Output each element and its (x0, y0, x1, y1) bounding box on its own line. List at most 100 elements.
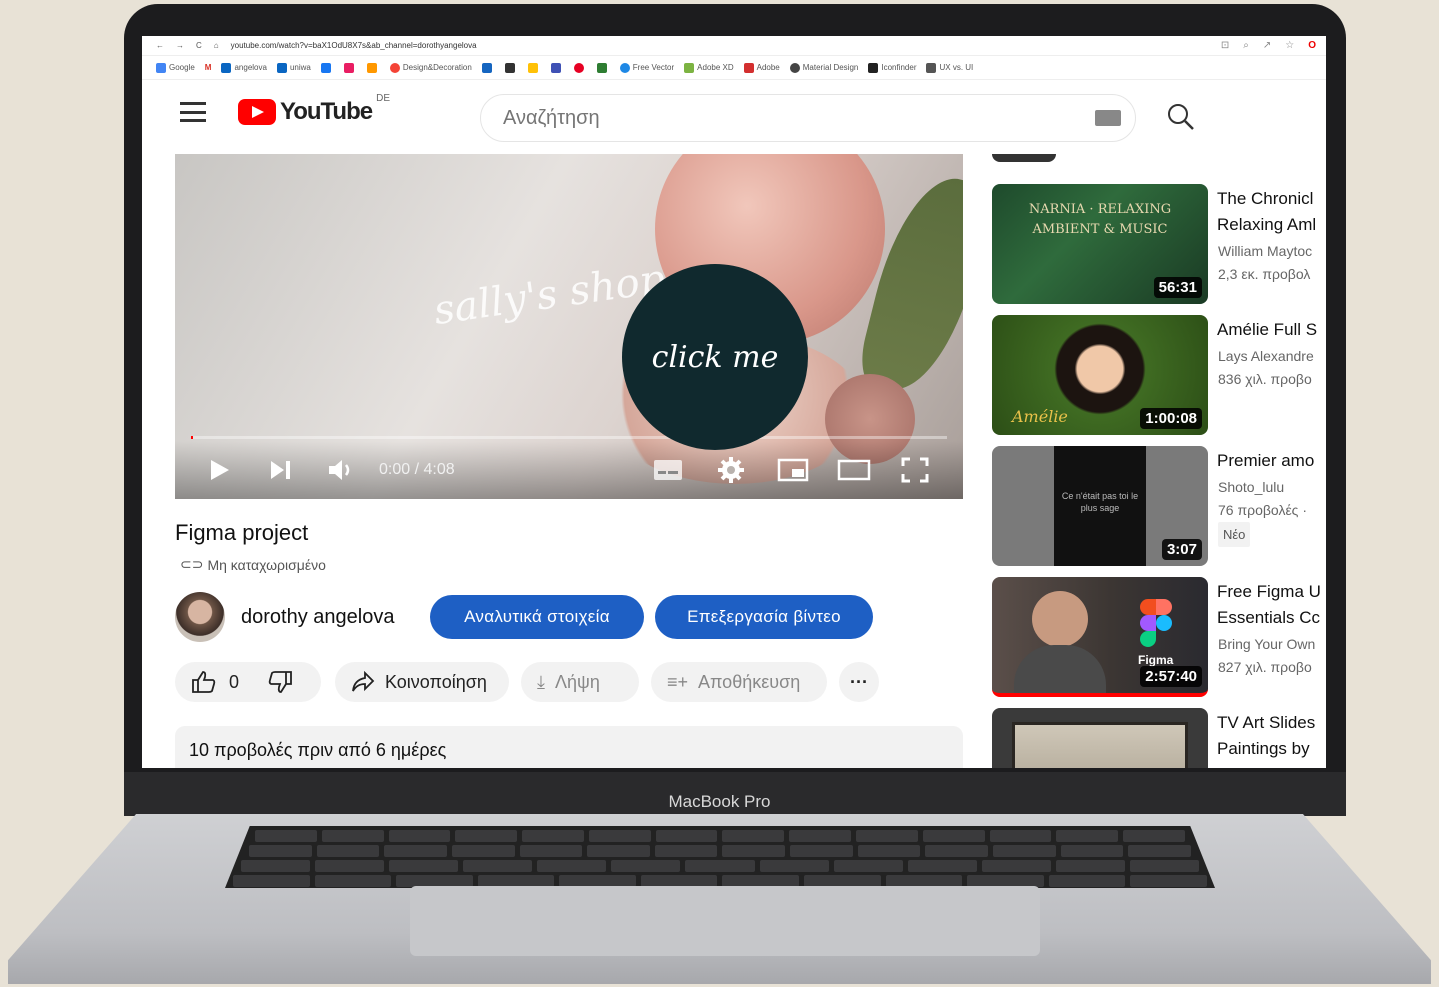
save-label: Αποθήκευση (698, 671, 801, 692)
recommendation-channel[interactable]: Bring Your Own (1218, 633, 1315, 656)
device-label: MacBook Pro (668, 792, 771, 811)
video-thumbnail[interactable]: Amélie 1:00:08 (992, 315, 1208, 435)
like-button[interactable]: 0 (191, 670, 239, 694)
details-button[interactable]: Αναλυτικά στοιχεία (430, 595, 644, 639)
recommendation-title: Premier amo (1217, 451, 1315, 470)
time-display: 0:00 / 4:08 (379, 461, 455, 478)
opera-icon[interactable]: O (1308, 40, 1316, 51)
share-icon[interactable]: ↗ (1263, 40, 1271, 51)
recommendation-item[interactable]: TV Art Slides Paintings by (992, 708, 1326, 768)
recommendation-meta: William Maytoc 2,3 εκ. προβολ (1218, 240, 1312, 286)
bookmark-item[interactable]: Adobe XD (684, 62, 734, 73)
recommendation-title: Amélie Full S (1217, 320, 1318, 339)
install-icon[interactable]: ⊡ (1221, 40, 1229, 51)
video-player[interactable]: sally's shop 0:00 / 4:08 (175, 154, 963, 499)
search-icon[interactable] (1166, 102, 1196, 132)
recommendation-channel[interactable]: Shoto_lulu (1218, 476, 1307, 499)
zoom-icon[interactable]: ⌕ (1243, 40, 1249, 51)
recommendation-meta: Lays Alexandre 836 χιλ. προβο (1218, 345, 1314, 391)
miniplayer-icon[interactable] (777, 458, 809, 482)
description-box[interactable]: 10 προβολές πριν από 6 ημέρες (175, 726, 963, 768)
bookmark-item[interactable]: Iconfinder (868, 62, 916, 73)
video-thumbnail[interactable]: Ce n'était pas toi le plus sage 3:07 (992, 446, 1208, 566)
keyboard-icon[interactable] (1095, 110, 1121, 126)
region-code: DE (376, 92, 390, 104)
edit-video-button[interactable]: Επεξεργασία βίντεο (655, 595, 873, 639)
bookmark-item[interactable]: Design&Decoration (389, 62, 472, 73)
video-thumbnail[interactable]: Figma 2:57:40 (992, 577, 1208, 697)
progress-bar[interactable] (191, 436, 947, 439)
video-duration: 2:57:40 (1140, 666, 1202, 687)
bookmark-icon[interactable] (596, 62, 610, 73)
bookmark-item[interactable]: UX vs. UI (926, 62, 973, 73)
bookmark-item[interactable]: Google (156, 62, 195, 73)
subtitles-icon[interactable] (653, 459, 683, 481)
recommendation-item[interactable]: Ce n'était pas toi le plus sage 3:07 Pre… (992, 446, 1326, 566)
theater-mode-icon[interactable] (837, 459, 871, 481)
avatar[interactable] (175, 592, 225, 642)
bookmark-item[interactable]: Adobe (743, 62, 780, 73)
recommendation-channel[interactable]: William Maytoc (1218, 240, 1312, 263)
home-icon[interactable]: ⌂ (214, 41, 219, 50)
recommendation-channel[interactable]: Lays Alexandre (1218, 345, 1314, 368)
youtube-header: YouTube DE (142, 80, 1326, 152)
visibility-text: Μη καταχωρισμένο (207, 556, 326, 573)
bookmark-item[interactable]: uniwa (276, 62, 311, 73)
recommendation-views: 76 προβολές · (1218, 502, 1307, 518)
volume-icon[interactable] (327, 458, 355, 482)
title-line: Essentials Cc (1217, 608, 1320, 627)
recommendation-views: 2,3 εκ. προβολ (1218, 266, 1311, 282)
thumbs-down-icon[interactable] (267, 670, 293, 694)
bookmark-icon[interactable] (527, 62, 541, 73)
forward-icon[interactable]: → (176, 41, 184, 50)
recommendation-item[interactable]: Amélie 1:00:08 Amélie Full S Lays Alexan… (992, 315, 1326, 435)
bookmarks-bar: Google M angelova uniwa Design&Decoratio… (142, 56, 1326, 80)
bookmark-icon[interactable] (550, 62, 564, 73)
video-thumbnail[interactable] (992, 708, 1208, 768)
progress-fill (191, 436, 193, 439)
back-icon[interactable]: ← (156, 41, 164, 50)
bookmark-icon[interactable] (343, 62, 357, 73)
youtube-logo[interactable]: YouTube DE (238, 93, 390, 126)
video-duration: 1:00:08 (1140, 408, 1202, 429)
play-icon[interactable] (209, 458, 231, 482)
download-button[interactable]: ⤓ Λήψη (521, 662, 639, 702)
recommendation-meta: Shoto_lulu 76 προβολές · Νέο (1218, 476, 1307, 547)
bookmark-item[interactable]: Free Vector (619, 62, 674, 73)
bookmark-item[interactable]: Material Design (789, 62, 858, 73)
next-icon[interactable] (269, 459, 293, 481)
thumbnail-text: NARNIA · RELAXING AMBIENT & MUSIC (1028, 202, 1172, 237)
share-label: Κοινοποίηση (385, 671, 487, 692)
recommendation-item[interactable]: Figma 2:57:40 Free Figma U Essentials Cc… (992, 577, 1326, 697)
keyboard (225, 826, 1215, 888)
fullscreen-icon[interactable] (901, 457, 929, 483)
video-thumbnail[interactable]: NARNIA · RELAXING AMBIENT & MUSIC 56:31 (992, 184, 1208, 304)
recommendation-item[interactable]: NARNIA · RELAXING AMBIENT & MUSIC 56:31 … (992, 184, 1326, 304)
video-title: Figma project (175, 520, 309, 545)
bookmark-icon[interactable] (481, 62, 495, 73)
bookmark-icon[interactable] (504, 62, 518, 73)
click-me-button[interactable]: click me (622, 264, 808, 450)
bookmark-icon[interactable] (573, 62, 587, 73)
save-button[interactable]: ≡+ Αποθήκευση (651, 662, 827, 702)
recommendation-meta: Bring Your Own 827 χιλ. προβο (1218, 633, 1315, 679)
channel-name[interactable]: dorothy angelova (241, 606, 394, 629)
title-line: The Chronicl (1217, 189, 1314, 208)
reload-icon[interactable]: C (196, 41, 202, 50)
more-button[interactable]: ··· (839, 662, 879, 702)
search-input[interactable] (503, 106, 1063, 130)
share-button[interactable]: Κοινοποίηση (335, 662, 509, 702)
bookmark-icon[interactable] (320, 62, 334, 73)
settings-gear-icon[interactable] (717, 456, 745, 484)
gmail-icon[interactable]: M (205, 63, 212, 72)
url-text[interactable]: youtube.com/watch?v=baX1OdU8X7s&ab_chann… (231, 41, 477, 50)
bookmark-icon[interactable] (366, 62, 380, 73)
filter-chip[interactable] (992, 154, 1056, 162)
recommendation-views: 827 χιλ. προβο (1218, 659, 1312, 675)
download-icon: ⤓ (537, 671, 545, 692)
address-bar[interactable]: ← → C ⌂ youtube.com/watch?v=baX1OdU8X7s&… (142, 36, 1326, 56)
menu-icon[interactable] (180, 102, 206, 122)
star-icon[interactable]: ☆ (1285, 40, 1294, 51)
bookmark-item[interactable]: angelova (221, 62, 267, 73)
trackpad (410, 886, 1040, 956)
